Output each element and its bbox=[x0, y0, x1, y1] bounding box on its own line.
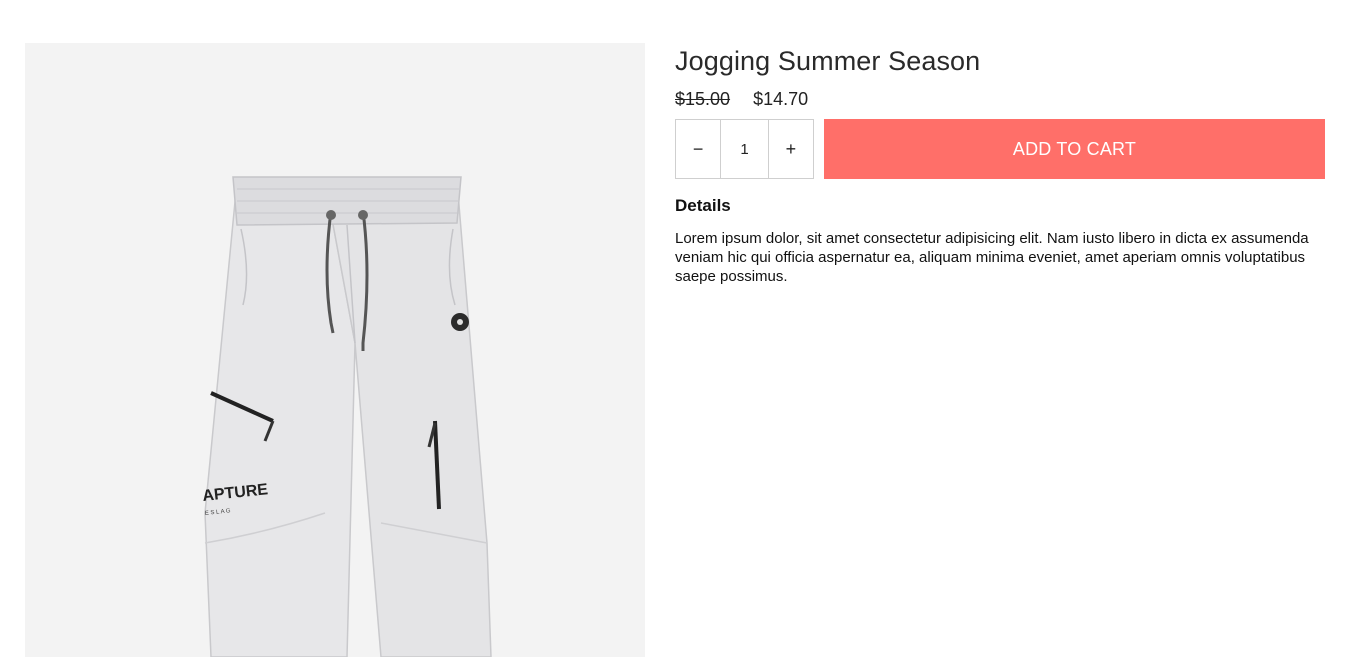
left-leg bbox=[204, 180, 356, 657]
product-info: Jogging Summer Season $15.00 $14.70 − 1 … bbox=[675, 43, 1325, 286]
sale-price: $14.70 bbox=[753, 89, 809, 109]
product-page: APTURE E S L A G Jogging Summer Season $… bbox=[0, 0, 1349, 657]
increment-button[interactable]: + bbox=[769, 120, 813, 178]
details-heading: Details bbox=[675, 196, 731, 215]
jogger-pants-illustration: APTURE E S L A G bbox=[202, 176, 492, 657]
original-price: $15.00 bbox=[675, 89, 731, 109]
product-image: APTURE E S L A G bbox=[25, 43, 645, 657]
quantity-input[interactable]: 1 bbox=[720, 120, 769, 178]
quantity-stepper: − 1 + bbox=[675, 119, 814, 179]
decrement-button[interactable]: − bbox=[676, 120, 720, 178]
details-description: Lorem ipsum dolor, sit amet consectetur … bbox=[675, 230, 1309, 285]
add-to-cart-button[interactable]: ADD TO CART bbox=[824, 119, 1325, 179]
price-row: $15.00 $14.70 bbox=[675, 87, 1325, 111]
purchase-row: − 1 + ADD TO CART bbox=[675, 119, 1325, 179]
product-title: Jogging Summer Season bbox=[675, 46, 981, 76]
